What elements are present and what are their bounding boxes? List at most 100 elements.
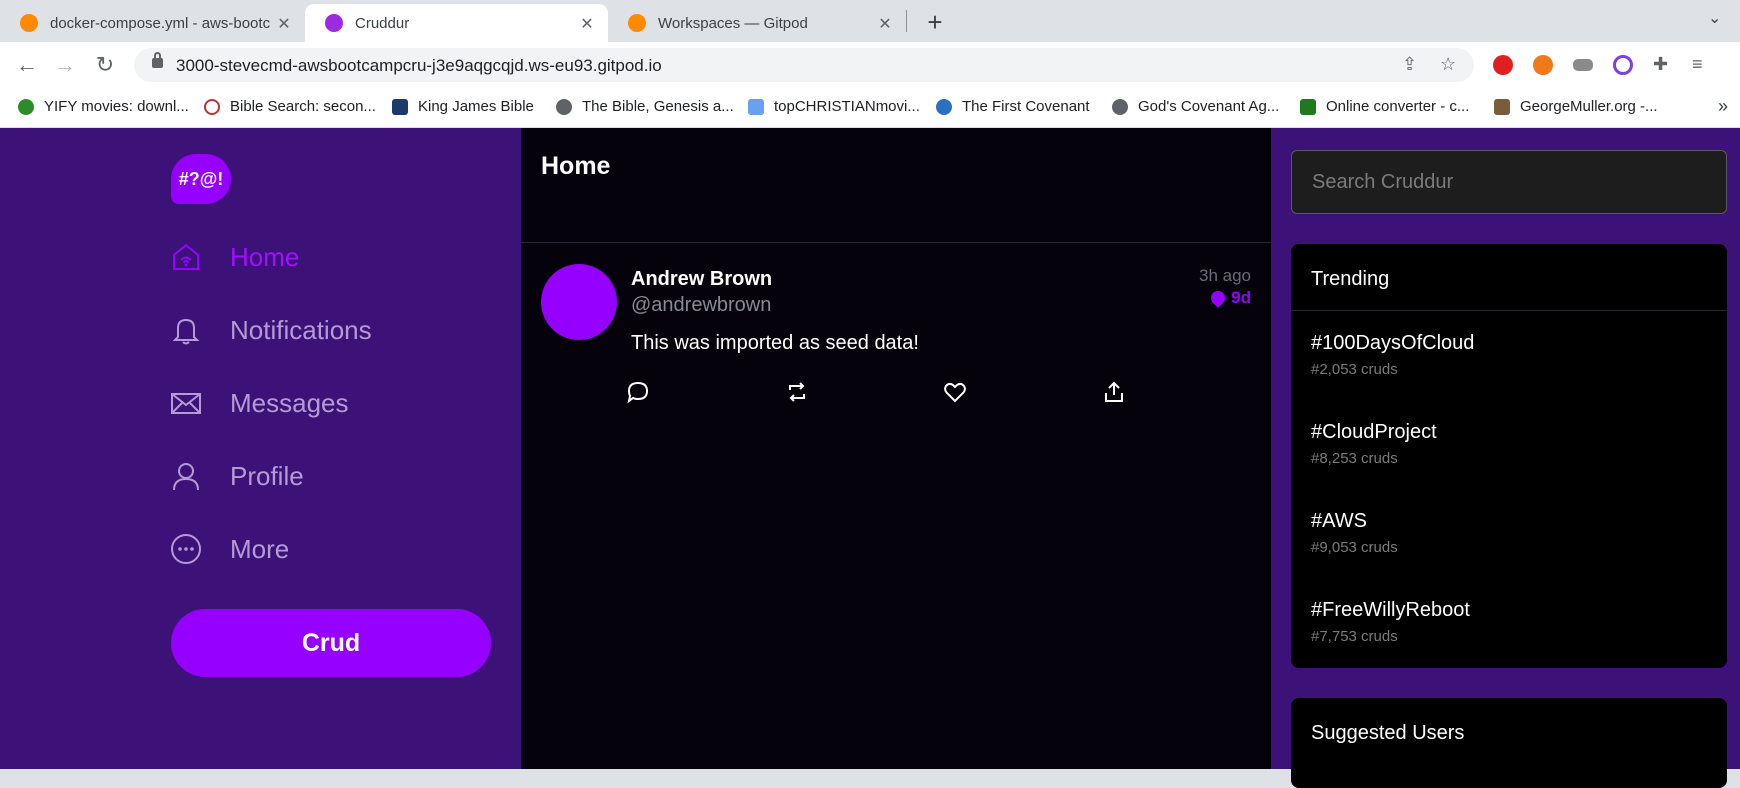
bookmark-item[interactable]: Bible Search: secon...	[204, 98, 376, 115]
post-handle[interactable]: @andrewbrown	[631, 294, 771, 317]
more-icon	[171, 534, 201, 564]
suggested-users-section: Suggested Users	[1291, 698, 1727, 788]
trend-name: #FreeWillyReboot	[1311, 599, 1470, 621]
bookmark-star-icon[interactable]: ☆	[1440, 54, 1456, 75]
reply-icon[interactable]	[626, 380, 650, 404]
activity-item[interactable]: Andrew Brown @andrewbrown 3h ago 9d This…	[521, 244, 1271, 424]
bookmark-favicon-icon	[1300, 98, 1316, 115]
bookmark-favicon-icon	[392, 98, 408, 115]
url-text[interactable]: 3000-stevecmd-awsbootcampcru-j3e9aqgcqjd…	[176, 56, 662, 76]
new-tab-button[interactable]: +	[922, 7, 948, 38]
lock-icon[interactable]	[152, 52, 163, 68]
post-time-ago: 3h ago	[1199, 266, 1251, 285]
trending-section: Trending #100DaysOfCloud #2,053 cruds #C…	[1291, 244, 1727, 668]
bookmark-item[interactable]: King James Bible	[392, 98, 534, 115]
bookmark-item[interactable]: The First Covenant	[936, 98, 1090, 115]
bookmark-item[interactable]: God's Covenant Ag...	[1112, 98, 1279, 115]
sidebar-item-label: More	[230, 533, 290, 564]
crud-button[interactable]: Crud	[171, 609, 491, 677]
post-display-name[interactable]: Andrew Brown	[631, 268, 772, 291]
bookmark-item[interactable]: topCHRISTIANmovi...	[748, 98, 920, 115]
like-icon[interactable]	[943, 380, 967, 404]
avatar[interactable]	[541, 264, 617, 340]
trend-count: #9,053 cruds	[1311, 539, 1398, 556]
mail-icon	[171, 393, 201, 414]
share-icon[interactable]	[1102, 380, 1126, 404]
trend-name: #AWS	[1311, 510, 1367, 532]
search-box[interactable]	[1291, 150, 1727, 214]
bookmark-favicon-icon	[18, 98, 34, 115]
tab-docker-compose[interactable]: docker-compose.yml - aws-bootc ✕	[0, 4, 305, 42]
address-bar[interactable]: 3000-stevecmd-awsbootcampcru-j3e9aqgcqjd…	[134, 48, 1474, 82]
sidebar-item-label: Messages	[230, 387, 349, 418]
bookmark-favicon-icon	[204, 98, 220, 115]
search-input[interactable]	[1292, 151, 1726, 213]
trend-name: #100DaysOfCloud	[1311, 332, 1475, 354]
close-tab-icon[interactable]: ✕	[275, 14, 293, 34]
close-tab-icon[interactable]: ✕	[578, 14, 596, 34]
tab-title: Workspaces — Gitpod	[658, 14, 808, 32]
bookmark-label: The Bible, Genesis a...	[582, 98, 734, 115]
trend-item[interactable]: #100DaysOfCloud #2,053 cruds	[1311, 332, 1474, 378]
tab-title: docker-compose.yml - aws-bootc	[50, 14, 271, 32]
extensions-puzzle-icon[interactable]: ✚	[1653, 54, 1668, 75]
feed: Home Andrew Brown @andrewbrown 3h ago 9d…	[521, 128, 1271, 769]
reading-list-icon[interactable]: ≡	[1692, 54, 1703, 75]
bookmark-item[interactable]: The Bible, Genesis a...	[556, 98, 734, 115]
close-tab-icon[interactable]: ✕	[876, 14, 894, 34]
trend-item[interactable]: #FreeWillyReboot #7,753 cruds	[1311, 599, 1470, 645]
back-icon[interactable]: ←	[14, 52, 40, 78]
trend-count: #7,753 cruds	[1311, 628, 1398, 645]
trend-item[interactable]: #CloudProject #8,253 cruds	[1311, 421, 1437, 467]
trend-name: #CloudProject	[1311, 421, 1437, 443]
extension-glasses-icon[interactable]	[1573, 59, 1593, 71]
globe-icon	[556, 98, 572, 115]
page-title: Home	[541, 152, 611, 180]
divider	[1291, 310, 1727, 311]
extension-adblock-icon[interactable]	[1493, 55, 1513, 75]
repost-icon[interactable]	[785, 380, 809, 404]
bookmark-favicon-icon	[936, 98, 952, 115]
bell-icon	[172, 318, 200, 345]
trend-item[interactable]: #AWS #9,053 cruds	[1311, 510, 1398, 556]
share-icon[interactable]: ⇪	[1402, 54, 1417, 75]
sidebar-item-notifications[interactable]: Notifications	[170, 310, 372, 350]
reload-icon[interactable]: ↻	[92, 52, 118, 78]
bookmark-label: Bible Search: secon...	[230, 98, 376, 115]
home-icon	[173, 243, 199, 270]
cruddur-logo[interactable]: #?@!	[171, 154, 231, 204]
bookmark-label: YIFY movies: downl...	[44, 98, 189, 115]
tab-workspaces-gitpod[interactable]: Workspaces — Gitpod ✕	[608, 4, 906, 42]
tab-title: Cruddur	[355, 14, 410, 32]
extension-block-icon[interactable]	[1613, 55, 1633, 75]
sidebar-item-label: Notifications	[230, 314, 372, 345]
post-expires-text: 9d	[1231, 288, 1251, 307]
bookmark-label: Online converter - c...	[1326, 98, 1470, 115]
forward-icon[interactable]: →	[52, 52, 78, 78]
extension-duckduckgo-icon[interactable]	[1533, 55, 1553, 75]
bookmark-label: GeorgeMuller.org -...	[1520, 98, 1658, 115]
bookmark-item[interactable]: GeorgeMuller.org -...	[1494, 98, 1658, 115]
bookmark-label: King James Bible	[418, 98, 534, 115]
sidebar-item-label: Profile	[230, 460, 304, 491]
sidebar-item-messages[interactable]: Messages	[170, 383, 349, 423]
feed-header: Home	[521, 128, 1271, 243]
cruddur-favicon-icon	[325, 14, 343, 32]
bookmark-label: God's Covenant Ag...	[1138, 98, 1280, 115]
sidebar-item-home[interactable]: Home	[170, 237, 299, 277]
bookmark-favicon-icon	[748, 98, 764, 115]
sidebar-item-profile[interactable]: Profile	[170, 456, 304, 496]
tab-divider	[906, 10, 907, 32]
bookmarks-overflow-button[interactable]: »	[1718, 96, 1728, 117]
bookmark-item[interactable]: Online converter - c...	[1300, 98, 1469, 115]
tab-search-button[interactable]: ⌄	[1708, 8, 1721, 28]
bookmarks-bar: YIFY movies: downl... Bible Search: seco…	[0, 88, 1740, 128]
tab-cruddur[interactable]: Cruddur ✕	[305, 4, 608, 42]
bookmark-item[interactable]: YIFY movies: downl...	[18, 98, 189, 115]
sidebar-item-more[interactable]: More	[170, 529, 289, 569]
gitpod-favicon-icon	[20, 14, 38, 32]
trend-count: #8,253 cruds	[1311, 450, 1398, 467]
browser-toolbar: ← → ↻ 3000-stevecmd-awsbootcampcru-j3e9a…	[0, 42, 1740, 88]
user-icon	[173, 463, 199, 491]
globe-icon	[1112, 98, 1128, 115]
